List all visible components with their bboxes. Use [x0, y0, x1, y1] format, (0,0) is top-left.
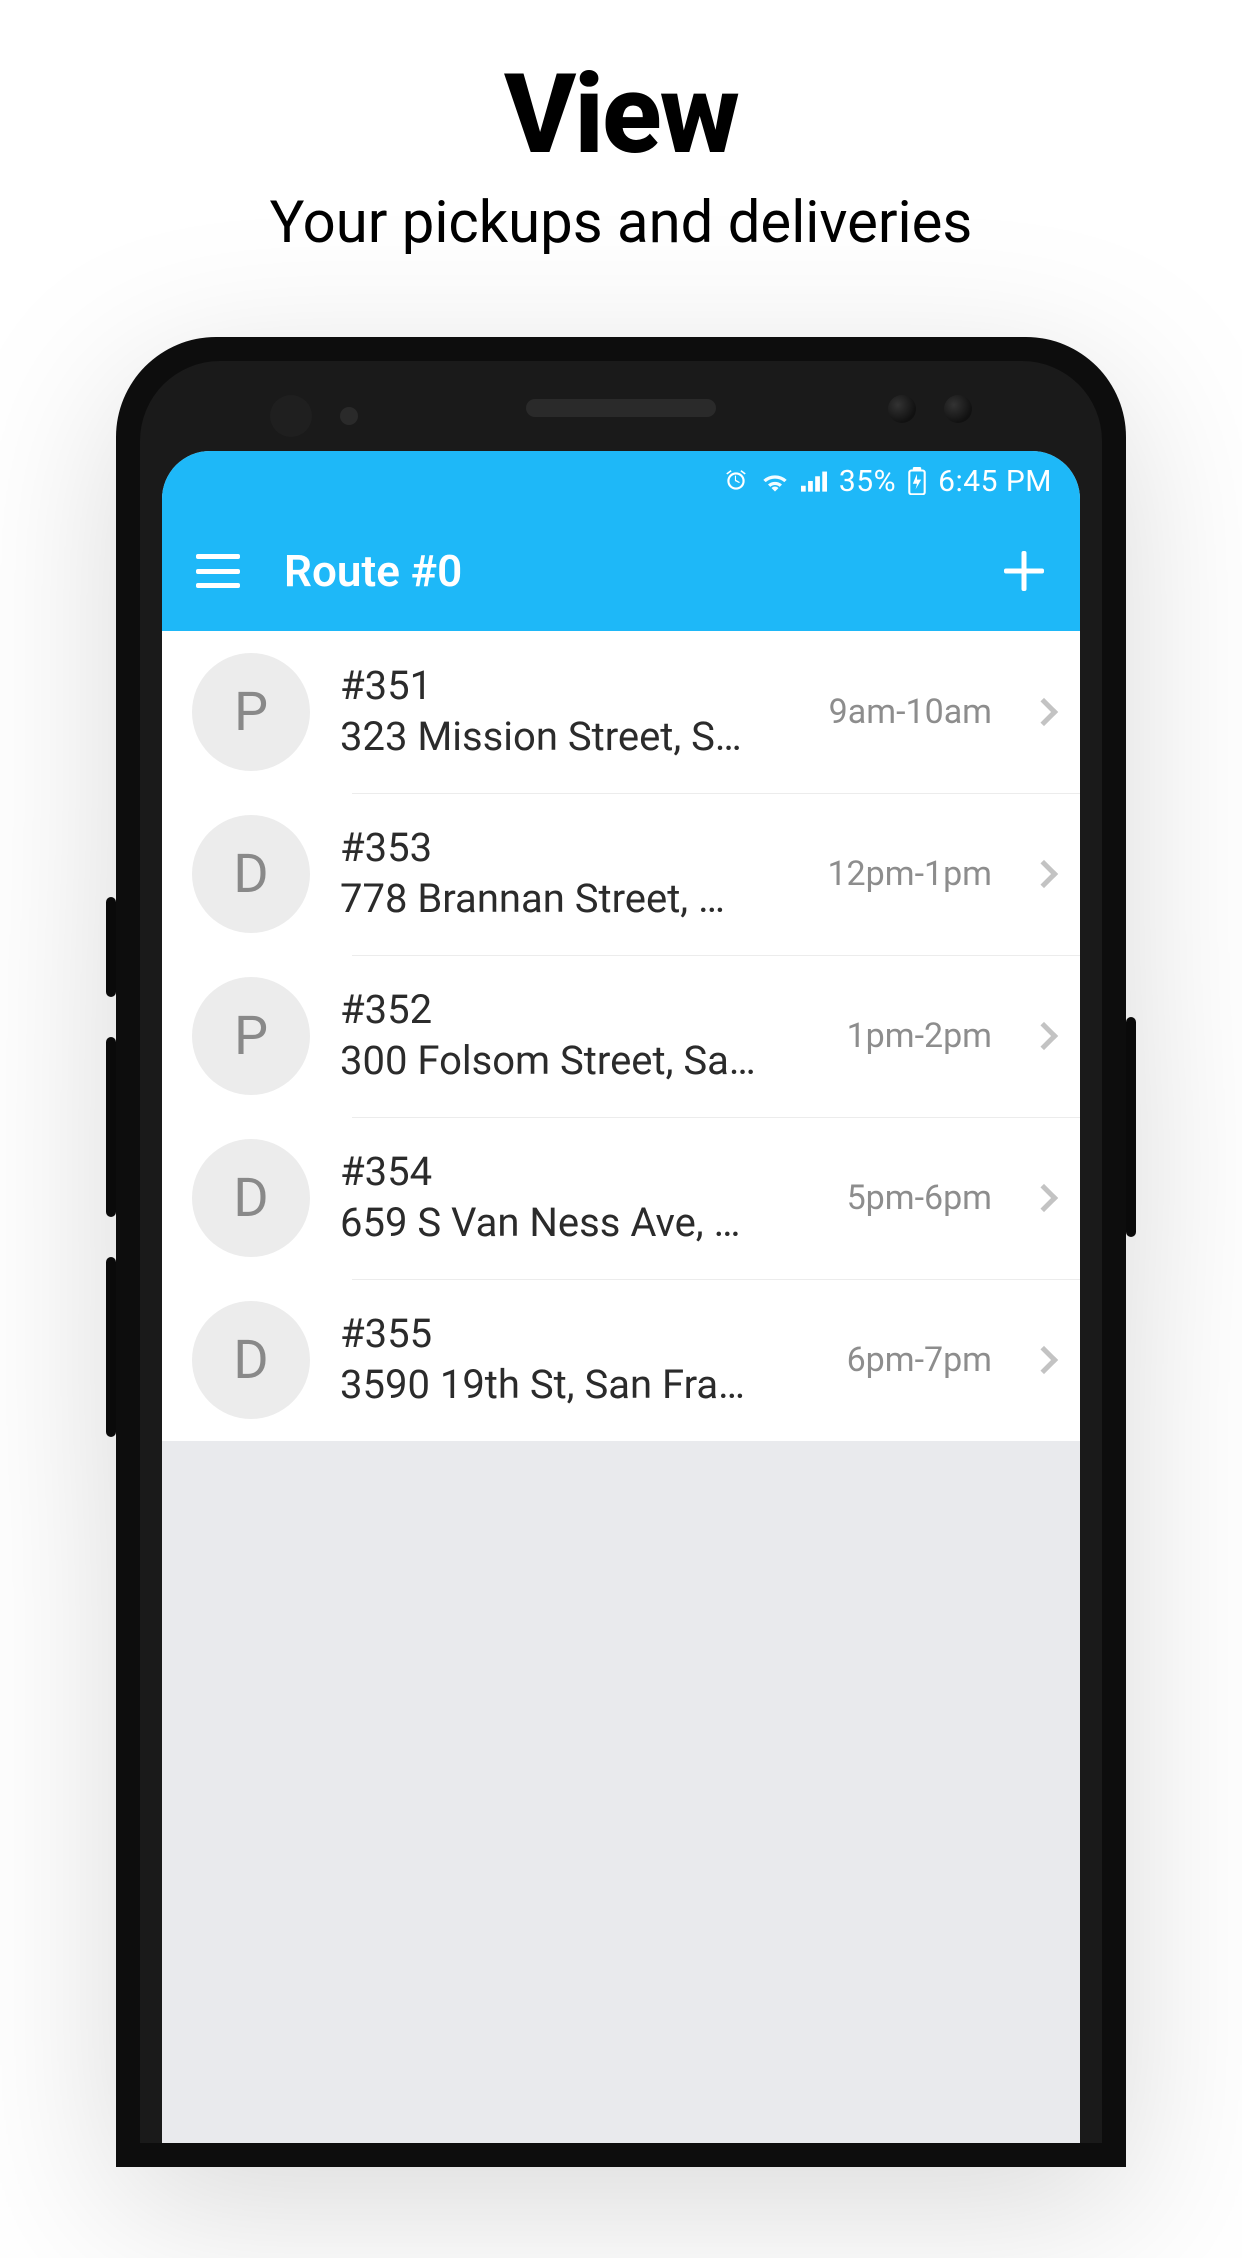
phone-screen: 35% 6:45 PM Route #0 P	[162, 451, 1080, 2143]
stop-time-window: 6pm-7pm	[847, 1340, 992, 1380]
phone-speaker	[526, 399, 716, 417]
app-bar: Route #0	[162, 511, 1080, 631]
phone-mockup: 35% 6:45 PM Route #0 P	[116, 337, 1126, 2167]
phone-volume-up	[106, 1037, 116, 1217]
phone-sensors-left	[270, 395, 358, 437]
chevron-right-icon	[1030, 1022, 1058, 1050]
stop-row[interactable]: D #354 659 S Van Ness Ave, S… 5pm-6pm	[162, 1117, 1080, 1279]
add-button[interactable]	[1002, 549, 1046, 593]
phone-power-button	[1126, 1017, 1136, 1237]
phone-side-button	[106, 897, 116, 997]
stop-time-window: 1pm-2pm	[847, 1016, 992, 1056]
stop-id: #351	[340, 661, 799, 711]
stop-row[interactable]: P #352 300 Folsom Street, Sa… 1pm-2pm	[162, 955, 1080, 1117]
stop-type-badge: P	[192, 653, 310, 771]
stop-row[interactable]: P #351 323 Mission Street, S… 9am-10am	[162, 631, 1080, 793]
stop-id: #355	[340, 1309, 817, 1359]
stop-row[interactable]: D #353 778 Brannan Street, … 12pm-1pm	[162, 793, 1080, 955]
stop-info: #354 659 S Van Ness Ave, S…	[340, 1147, 817, 1249]
status-bar: 35% 6:45 PM	[162, 451, 1080, 511]
page-title: Route #0	[284, 545, 958, 597]
stops-list: P #351 323 Mission Street, S… 9am-10am D…	[162, 631, 1080, 1441]
stop-info: #352 300 Folsom Street, Sa…	[340, 985, 817, 1087]
stop-address: 778 Brannan Street, …	[340, 873, 760, 925]
stop-address: 3590 19th St, San Fra…	[340, 1359, 760, 1411]
chevron-right-icon	[1030, 1346, 1058, 1374]
stop-time-window: 9am-10am	[829, 692, 992, 732]
stop-info: #355 3590 19th St, San Fra…	[340, 1309, 817, 1411]
stop-id: #352	[340, 985, 817, 1035]
stop-address: 323 Mission Street, S…	[340, 711, 760, 763]
stop-type-badge: D	[192, 815, 310, 933]
wifi-icon	[761, 470, 789, 492]
stop-id: #354	[340, 1147, 817, 1197]
chevron-right-icon	[1030, 860, 1058, 888]
stop-info: #351 323 Mission Street, S…	[340, 661, 799, 763]
battery-percent: 35%	[839, 464, 896, 499]
chevron-right-icon	[1030, 1184, 1058, 1212]
stop-type-badge: D	[192, 1139, 310, 1257]
phone-volume-down	[106, 1257, 116, 1437]
battery-icon	[908, 467, 926, 495]
signal-icon	[801, 470, 827, 492]
alarm-icon	[723, 468, 749, 494]
stop-time-window: 5pm-6pm	[847, 1178, 992, 1218]
stop-address: 300 Folsom Street, Sa…	[340, 1035, 760, 1087]
stop-id: #353	[340, 823, 797, 873]
promo-title: View	[0, 50, 1242, 179]
stop-type-badge: D	[192, 1301, 310, 1419]
stop-type-badge: P	[192, 977, 310, 1095]
menu-button[interactable]	[196, 554, 240, 588]
stop-address: 659 S Van Ness Ave, S…	[340, 1197, 760, 1249]
stop-time-window: 12pm-1pm	[827, 854, 992, 894]
stop-info: #353 778 Brannan Street, …	[340, 823, 797, 925]
phone-sensors-right	[888, 395, 972, 423]
stop-row[interactable]: D #355 3590 19th St, San Fra… 6pm-7pm	[162, 1279, 1080, 1441]
chevron-right-icon	[1030, 698, 1058, 726]
promo-subtitle: Your pickups and deliveries	[0, 189, 1242, 257]
clock-time: 6:45 PM	[938, 464, 1052, 499]
